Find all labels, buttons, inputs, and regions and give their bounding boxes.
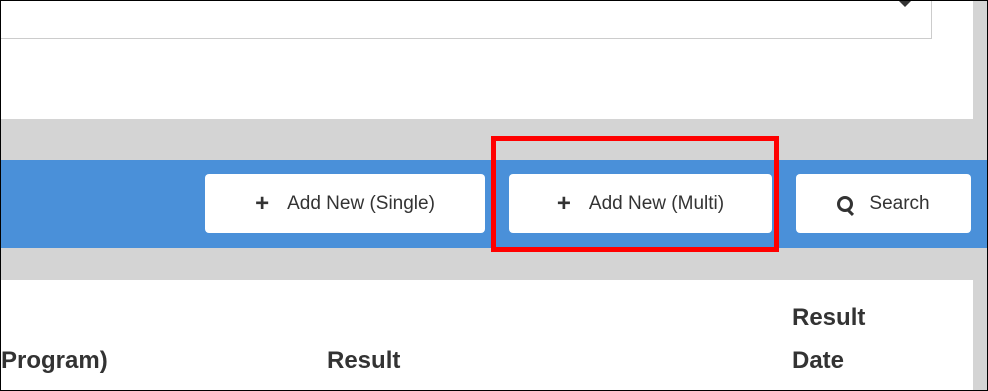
column-header-program[interactable]: Program) [1,347,108,375]
caret-down-icon[interactable] [897,1,913,7]
app-frame: + Add New (Single) + Add New (Multi) Sea… [0,0,988,391]
add-new-multi-button[interactable]: + Add New (Multi) [509,174,772,233]
filter-select[interactable] [1,1,932,39]
column-header-result-date-line1[interactable]: Result [792,304,865,332]
filter-card [1,1,973,119]
add-new-multi-label: Add New (Multi) [588,192,725,214]
column-header-result[interactable]: Result [327,347,400,375]
search-button[interactable]: Search [796,174,971,233]
add-new-single-button[interactable]: + Add New (Single) [205,174,485,233]
search-label: Search [869,192,930,214]
column-header-result-date-line2[interactable]: Date [792,347,844,375]
search-icon [837,195,855,216]
action-toolbar: + Add New (Single) + Add New (Multi) Sea… [1,160,987,248]
plus-icon: + [255,189,270,217]
add-new-single-label: Add New (Single) [287,192,435,214]
results-table-header: Program) Result Result Date [1,280,973,390]
plus-icon: + [556,189,571,217]
